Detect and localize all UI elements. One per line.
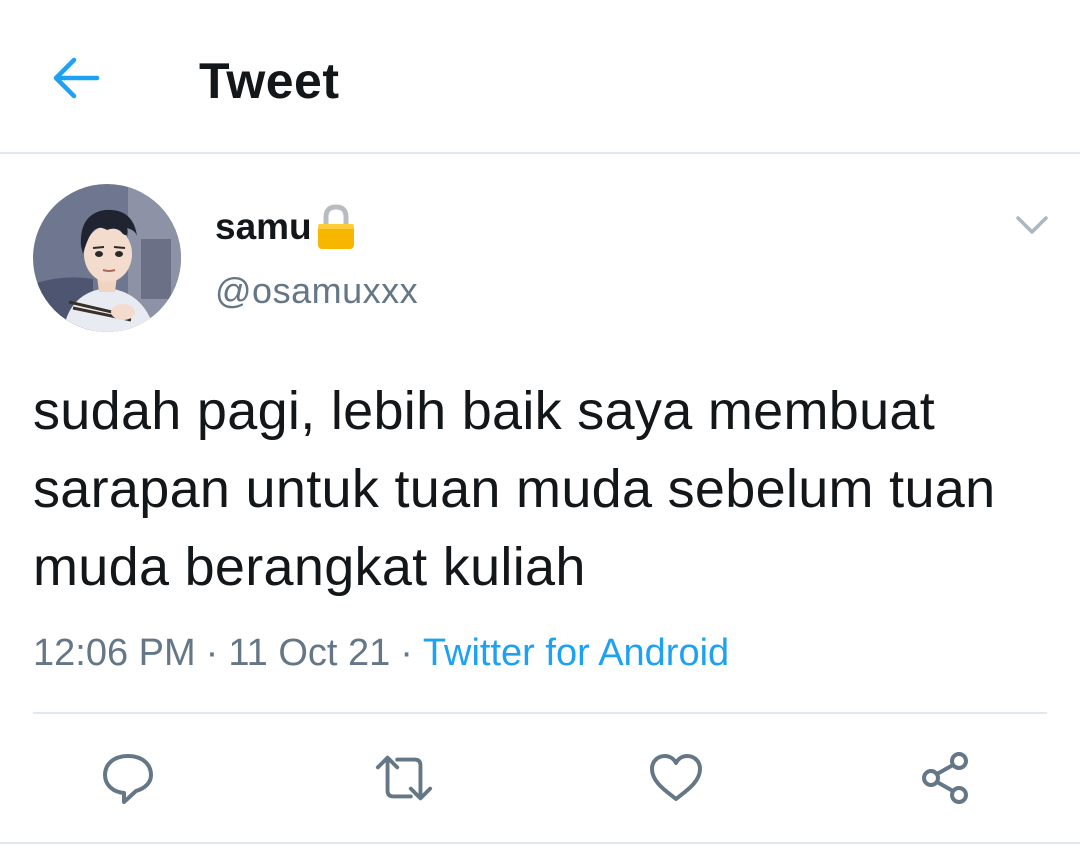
tweet-meta: 12:06 PM · 11 Oct 21 · Twitter for Android [33, 628, 729, 678]
tweet-date: 11 Oct 21 [228, 632, 391, 674]
chevron-down-icon [1016, 216, 1048, 234]
divider [0, 842, 1080, 844]
display-name: samu [215, 206, 312, 247]
retweet-icon [375, 755, 433, 801]
tweet-source-link[interactable]: Twitter for Android [423, 632, 729, 674]
top-app-bar: Tweet [0, 0, 1080, 154]
tweet-time: 12:06 PM [33, 632, 196, 674]
tweet-detail-screen: Tweet samu @osamuxxx sudah pagi, lebih b… [0, 0, 1080, 861]
avatar[interactable] [33, 184, 181, 332]
share-icon [922, 752, 968, 804]
reply-button[interactable] [98, 748, 158, 808]
tweet-text: sudah pagi, lebih baik saya membuat sara… [33, 381, 996, 597]
more-options-button[interactable] [1010, 206, 1054, 244]
meta-separator: · [205, 632, 219, 674]
meta-separator: · [400, 632, 413, 674]
divider [33, 712, 1047, 714]
avatar-image [33, 184, 181, 332]
user-handle[interactable]: @osamuxxx [215, 270, 418, 312]
lock-icon [317, 204, 354, 249]
retweet-button[interactable] [374, 748, 434, 808]
heart-icon [650, 754, 702, 801]
reply-icon [103, 754, 153, 804]
share-button[interactable] [916, 748, 976, 808]
like-button[interactable] [646, 748, 706, 808]
back-button[interactable] [46, 50, 106, 106]
arrow-left-icon [53, 57, 100, 99]
page-title: Tweet [199, 53, 340, 109]
display-name-row[interactable]: samu [215, 200, 358, 254]
